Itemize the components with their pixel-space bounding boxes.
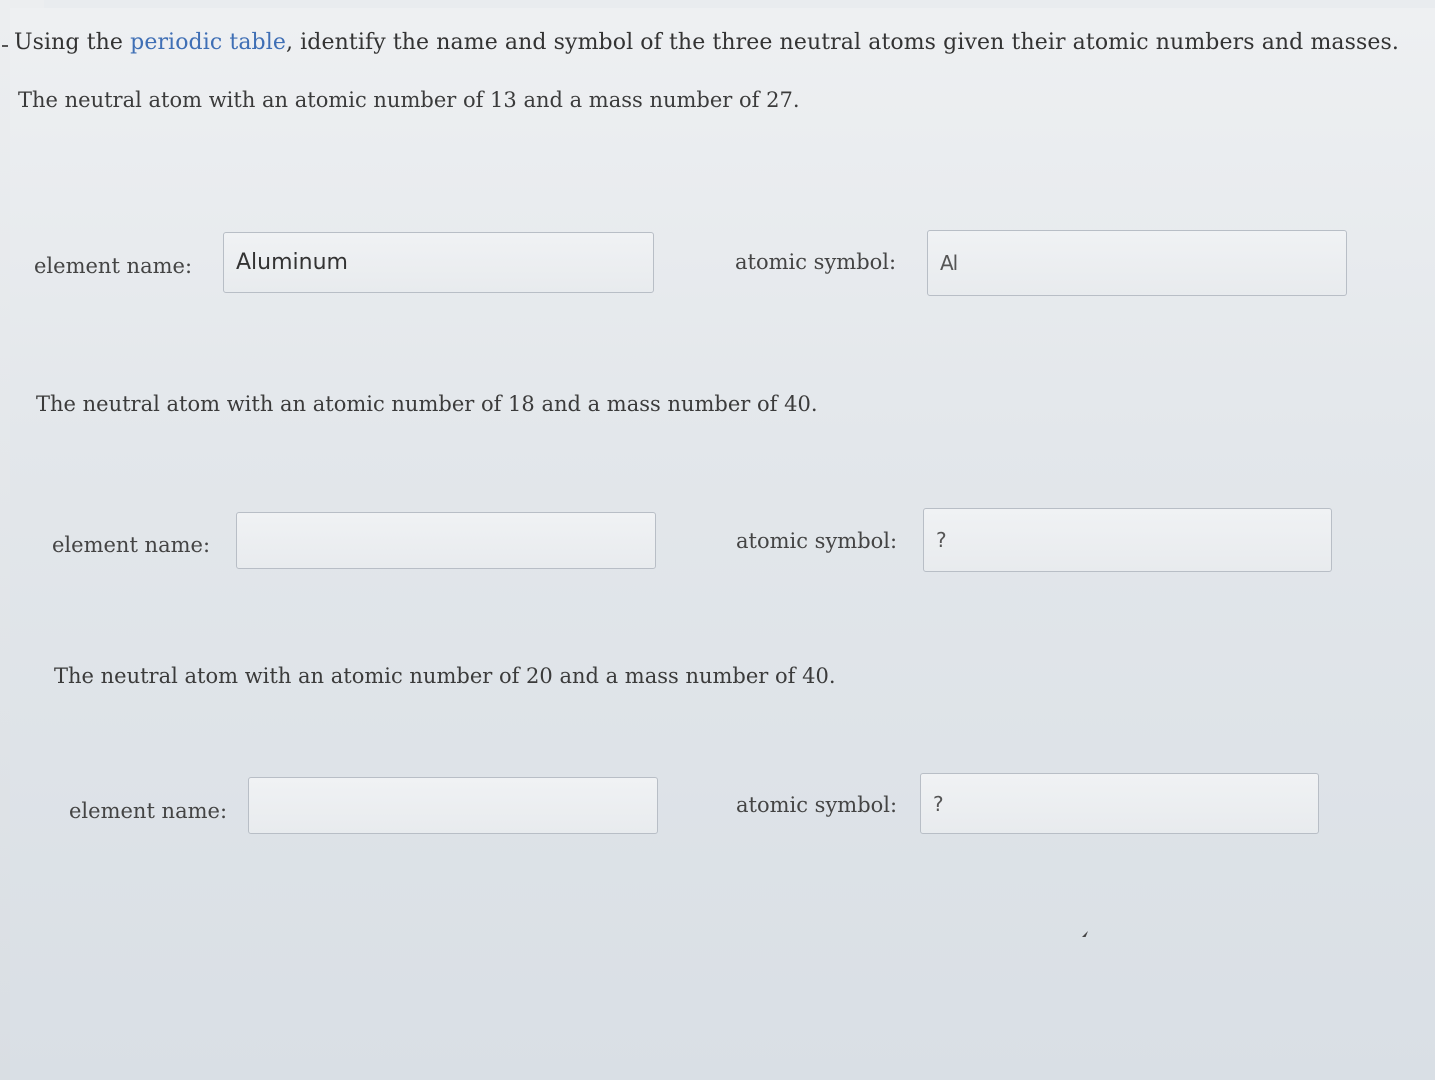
question-3-atomic-symbol-value: ? [933, 791, 944, 816]
question-1-atomic-symbol-label: atomic symbol: [735, 250, 897, 274]
instructions-text: Using the periodic table, identify the n… [14, 30, 1399, 55]
question-2-atomic-symbol-input[interactable]: ? [923, 508, 1332, 572]
question-1-atomic-symbol-value: Al [940, 251, 958, 275]
question-1-element-name-input[interactable]: Aluminum [223, 232, 654, 293]
bullet-marker [2, 45, 8, 47]
question-1-prompt: The neutral atom with an atomic number o… [18, 88, 800, 112]
instructions-prefix: Using the [14, 30, 131, 55]
question-2-element-name-label: element name: [52, 533, 211, 557]
question-1-element-name-label: element name: [34, 254, 193, 278]
question-2-prompt: The neutral atom with an atomic number o… [36, 392, 818, 416]
question-1-element-name-value: Aluminum [236, 250, 348, 275]
question-3-atomic-symbol-label: atomic symbol: [736, 793, 898, 817]
periodic-table-link[interactable]: periodic table [130, 30, 286, 55]
question-2-atomic-symbol-value: ? [936, 528, 947, 552]
question-3-element-name-input[interactable] [248, 777, 658, 834]
question-2-element-name-input[interactable] [236, 512, 656, 569]
question-3-prompt: The neutral atom with an atomic number o… [54, 664, 836, 688]
question-3-element-name-label: element name: [69, 799, 228, 823]
instructions-suffix: , identify the name and symbol of the th… [285, 30, 1400, 55]
question-1-atomic-symbol-input[interactable]: Al [927, 230, 1347, 296]
question-3-atomic-symbol-input[interactable]: ? [920, 773, 1319, 834]
question-2-atomic-symbol-label: atomic symbol: [736, 529, 898, 553]
